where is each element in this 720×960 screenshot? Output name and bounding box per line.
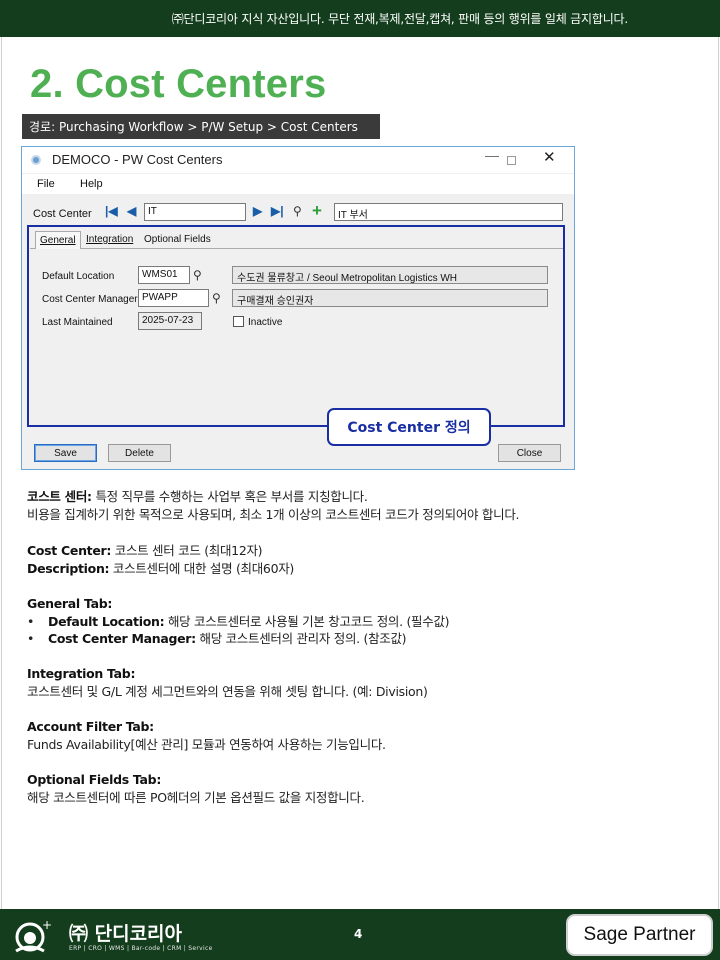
general-heading: General Tab: [27, 596, 113, 611]
description-input[interactable]: IT 부서 [334, 203, 563, 221]
menu-help[interactable]: Help [80, 178, 103, 190]
menu-file[interactable]: File [37, 178, 55, 190]
svg-text:+: + [42, 918, 52, 932]
default-location-description: 수도권 물류창고 / Seoul Metropolitan Logistics … [232, 266, 548, 284]
default-location-label: Default Location [42, 271, 115, 282]
manager-label: Cost Center Manager [42, 294, 138, 305]
account-filter-section: Account Filter Tab: Funds Availability[예… [27, 718, 386, 753]
bullet-marker: • [27, 613, 35, 629]
window-title: DEMOCO - PW Cost Centers [52, 152, 223, 167]
manager-description: 구매결재 승인권자 [232, 289, 548, 307]
window-titlebar: DEMOCO - PW Cost Centers — ✕ [22, 147, 574, 173]
footer: + ㈜ 단디코리아 ERP | CRO | WMS | Bar-code | C… [0, 909, 720, 960]
manager-finder-icon[interactable]: ⚲ [212, 291, 221, 305]
close-button[interactable]: Close [498, 444, 561, 462]
page-title: 2. Cost Centers [30, 62, 327, 106]
field-definitions: Cost Center: 코스트 센터 코드 (최대12자) Descripti… [27, 542, 294, 577]
cost-centers-window: DEMOCO - PW Cost Centers — ✕ File Help C… [21, 146, 575, 470]
inactive-label: Inactive [248, 317, 283, 328]
general-item2-term: Cost Center Manager: [48, 631, 196, 646]
tab-general[interactable]: General [35, 231, 81, 249]
optional-text: 해당 코스트센터에 따른 PO헤더의 기본 옵션필드 값을 지정합니다. [27, 789, 365, 805]
app-icon [31, 155, 41, 165]
cost-center-term: Cost Center: [27, 543, 112, 558]
bullet-marker: • [27, 631, 35, 646]
optional-fields-section: Optional Fields Tab: 해당 코스트센터에 따른 PO헤더의 … [27, 771, 365, 806]
cost-center-label: Cost Center [33, 208, 92, 220]
maximize-icon[interactable] [507, 156, 516, 165]
last-maintained-label: Last Maintained [42, 317, 113, 328]
menu-bar: File Help [22, 174, 574, 194]
account-heading: Account Filter Tab: [27, 719, 154, 734]
inactive-checkbox[interactable] [233, 316, 244, 327]
first-record-icon[interactable]: |◀ [105, 204, 118, 218]
last-maintained-value: 2025-07-23 [138, 312, 202, 330]
intro-term: 코스트 센터: [27, 489, 92, 504]
intro-text: 특정 직무를 수행하는 사업부 혹은 부서를 지칭합니다. [91, 489, 368, 504]
cost-center-text: 코스트 센터 코드 (최대12자) [111, 543, 263, 558]
optional-heading: Optional Fields Tab: [27, 772, 162, 787]
breadcrumb: 경로: Purchasing Workflow > P/W Setup > Co… [22, 114, 380, 139]
sage-partner-badge: Sage Partner [566, 914, 713, 956]
integration-text: 코스트센터 및 G/L 계정 세그먼트와의 연동을 위해 셋팅 합니다. (예:… [27, 683, 428, 699]
previous-record-icon[interactable]: ◀ [127, 204, 136, 218]
last-record-icon[interactable]: ▶| [271, 204, 284, 218]
copyright-banner: ㈜단디코리아 지식 자산입니다. 무단 전재,복제,전달,캡쳐, 판매 등의 행… [0, 0, 720, 37]
integration-tab-section: Integration Tab: 코스트센터 및 G/L 계정 세그먼트와의 연… [27, 665, 428, 700]
minimize-icon[interactable]: — [485, 147, 499, 163]
general-item1-term: Default Location: [48, 613, 165, 629]
general-item1-text: 해당 코스트센터로 사용될 기본 창고코드 정의. (필수값) [164, 613, 450, 629]
page-number: 4 [354, 927, 363, 941]
new-record-icon[interactable]: + [312, 201, 322, 221]
intro-paragraph: 코스트 센터: 특정 직무를 수행하는 사업부 혹은 부서를 지칭합니다. 비용… [27, 488, 520, 523]
intro-line2: 비용을 집계하기 위한 목적으로 사용되며, 최소 1개 이상의 코스트센터 코… [27, 506, 520, 522]
location-finder-icon[interactable]: ⚲ [193, 268, 202, 282]
company-name: ㈜ 단디코리아 [69, 923, 183, 945]
save-button[interactable]: Save [34, 444, 97, 462]
breadcrumb-text: 경로: Purchasing Workflow > P/W Setup > Co… [29, 120, 358, 134]
account-text: Funds Availability[예산 관리] 모듈과 연동하여 사용하는 … [27, 736, 386, 752]
general-tab-section: General Tab: • Default Location: 해당 코스트센터… [27, 595, 450, 648]
tab-optional-fields[interactable]: Optional Fields [140, 231, 215, 249]
tab-integration[interactable]: Integration [82, 231, 137, 249]
next-record-icon[interactable]: ▶ [253, 204, 262, 218]
callout-box: Cost Center 정의 [327, 408, 491, 446]
company-tagline: ERP | CRO | WMS | Bar-code | CRM | Servi… [69, 945, 213, 952]
description-term: Description: [27, 560, 110, 576]
delete-button[interactable]: Delete [108, 444, 171, 462]
manager-input[interactable]: PWAPP [138, 289, 209, 307]
cost-center-input[interactable]: IT [144, 203, 246, 221]
finder-icon[interactable]: ⚲ [293, 204, 302, 218]
description-text: 코스트센터에 대한 설명 (최대60자) [109, 560, 295, 576]
default-location-input[interactable]: WMS01 [138, 266, 190, 284]
company-logo-icon: + [15, 918, 52, 953]
general-item2-text: 해당 코스트센터의 관리자 정의. (참조값) [195, 631, 407, 646]
copyright-text: ㈜단디코리아 지식 자산입니다. 무단 전재,복제,전달,캡쳐, 판매 등의 행… [171, 12, 628, 26]
close-icon[interactable]: ✕ [543, 148, 556, 166]
integration-heading: Integration Tab: [27, 666, 136, 681]
